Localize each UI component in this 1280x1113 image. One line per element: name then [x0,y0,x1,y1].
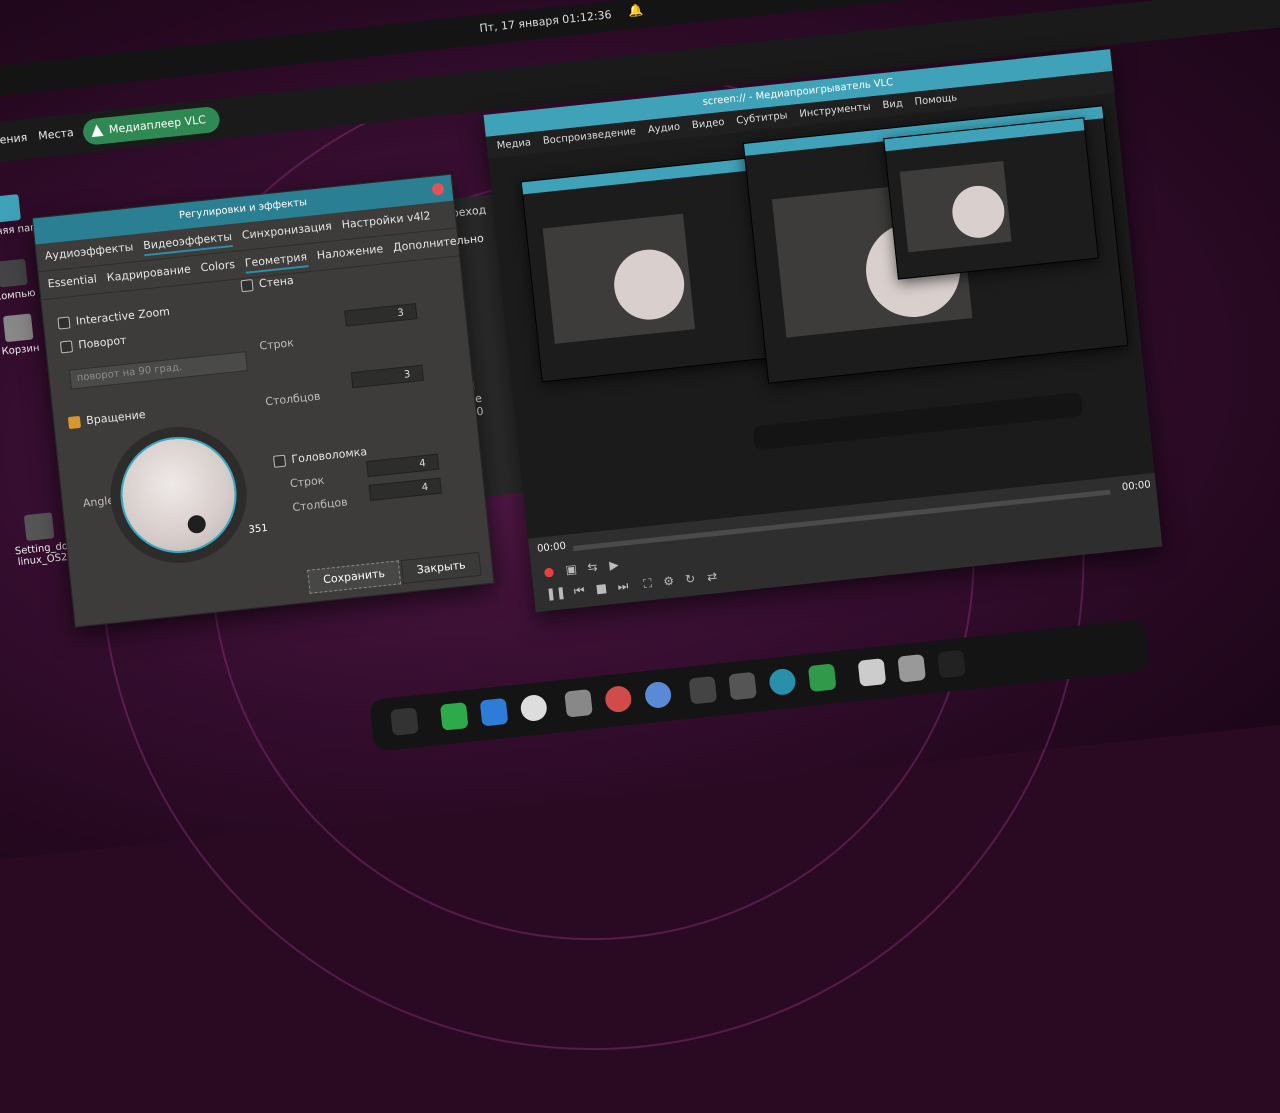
tab-colors[interactable]: Colors [200,256,236,278]
tab-sync[interactable]: Синхронизация [241,218,333,246]
menu-media[interactable]: Медиа [496,132,532,157]
search-icon[interactable] [604,684,633,714]
grid-icon[interactable] [937,649,966,679]
frame-step-icon[interactable]: ▶ [609,557,620,572]
active-app-pill[interactable]: Медиаплеер VLC [81,105,222,146]
desktop-icon-label: Корзин [1,342,41,358]
pause-icon[interactable]: ❚❚ [545,585,566,601]
tab-geometry[interactable]: Геометрия [243,248,309,274]
close-button[interactable]: Закрыть [400,551,482,584]
chrome-icon[interactable] [643,680,673,710]
repeat-icon[interactable]: ↻ [684,571,695,586]
seek-bar[interactable] [573,489,1111,551]
record-icon[interactable]: ● [543,564,555,579]
menu-view[interactable]: Вид [881,93,903,117]
tab-video-effects[interactable]: Видеоэффекты [142,228,233,257]
tab-crop[interactable]: Кадрирование [106,261,192,289]
puzzle-columns-input[interactable]: 4 [368,477,442,501]
angle-value: 351 [248,522,269,536]
menu-audio[interactable]: Аудио [647,117,681,142]
terminal2-icon[interactable] [688,675,718,705]
rotation-checkbox[interactable]: Вращение [67,408,147,429]
shuffle-icon[interactable]: ⇄ [706,569,717,584]
save-button[interactable]: Сохранить [307,560,402,594]
vlc-icon [90,123,104,138]
interactive-zoom-checkbox[interactable]: Interactive Zoom [57,305,170,330]
rotate-dropdown[interactable]: поворот на 90 град. [68,351,249,390]
menu-subtitles[interactable]: Субтитры [735,105,788,132]
menu-help[interactable]: Помощь [914,87,959,113]
checkbox-box [240,278,254,292]
clock[interactable]: Пт, 17 января 01:12:36 [479,8,612,35]
loop-ab-icon[interactable]: ⇆ [587,560,598,575]
rotate-checkbox[interactable]: Поворот [59,333,128,354]
prev-icon[interactable]: ⏮ [573,583,585,599]
trash-icon [2,313,34,343]
terminal-icon[interactable] [390,707,419,736]
puzzle-columns-label: Столбцов [291,495,349,515]
puzzle-icon[interactable] [439,702,469,731]
effects-dialog[interactable]: Регулировки и эффекты Аудиоэффекты Видео… [31,173,495,628]
menu-video[interactable]: Видео [691,112,726,137]
next-icon[interactable]: ⏭ [617,578,629,594]
trash-icon[interactable] [897,653,927,683]
puzzle-icon[interactable] [479,697,509,727]
stop-icon[interactable]: ■ [595,581,608,596]
wall-columns-label: Столбцов [264,389,322,409]
checkbox-label: Головоломка [290,445,368,466]
geometry-panel: Interactive Zoom Поворот поворот на 90 г… [41,256,488,578]
tab-overlay[interactable]: Наложение [316,240,384,266]
angle-label: Angle [82,493,115,510]
puzzle-rows-input[interactable]: 4 [366,453,440,478]
computer-icon [0,258,28,288]
chrome-icon[interactable] [519,693,549,723]
dial-handle [186,514,207,535]
checkbox-label: Поворот [77,333,128,352]
tab-v4l2[interactable]: Настройки v4l2 [341,207,432,235]
places-menu[interactable]: Места [38,126,75,143]
puzzle-rows-label: Строк [289,473,325,491]
snapshot-icon[interactable]: ▣ [565,562,578,577]
wall-columns-input[interactable]: 3 [350,364,424,389]
active-app-label: Медиаплеер VLC [108,113,207,137]
fullscreen-icon[interactable]: ⛶ [643,576,653,592]
time-total: 00:00 [1121,479,1152,494]
time-elapsed: 00:00 [536,540,567,555]
checkbox-label: Interactive Zoom [75,304,171,328]
apps-menu[interactable]: Приложения [0,131,28,152]
terminal-icon[interactable] [728,671,757,701]
desktop-icon-label: Setting_do linux_OS2 [14,540,69,569]
checkbox-label: Вращение [85,408,147,428]
vlc-window[interactable]: screen:// - Медиапроигрыватель VLC Медиа… [483,49,1163,613]
equalizer-icon[interactable]: ⚙ [663,574,675,589]
bell-icon[interactable]: 🔔 [628,3,644,18]
network-icon[interactable] [807,663,837,692]
checkbox-box [67,415,81,429]
checkbox-label: Стена [258,273,295,291]
tab-audio-effects[interactable]: Аудиоэффекты [44,238,134,266]
checkbox-box [272,454,287,468]
folder-icon [0,194,21,223]
wall-rows-label: Строк [258,336,295,353]
vlc-icon[interactable] [768,667,797,697]
desktop: Пт, 17 января 01:12:36 🔔 Приложения Мест… [0,0,1280,1099]
angle-dial[interactable] [114,431,243,559]
wall-rows-input[interactable]: 3 [344,303,418,327]
tab-essential[interactable]: Essential [47,270,98,294]
file-icon [23,512,55,542]
desktop-icon-label: Компью [0,287,37,304]
checkbox-box [59,339,74,353]
checkbox-box [57,315,71,330]
save-icon[interactable] [857,658,887,687]
disk-icon[interactable] [564,689,593,718]
puzzle-checkbox[interactable]: Головоломка [272,445,368,468]
screen-copy [883,117,1099,280]
